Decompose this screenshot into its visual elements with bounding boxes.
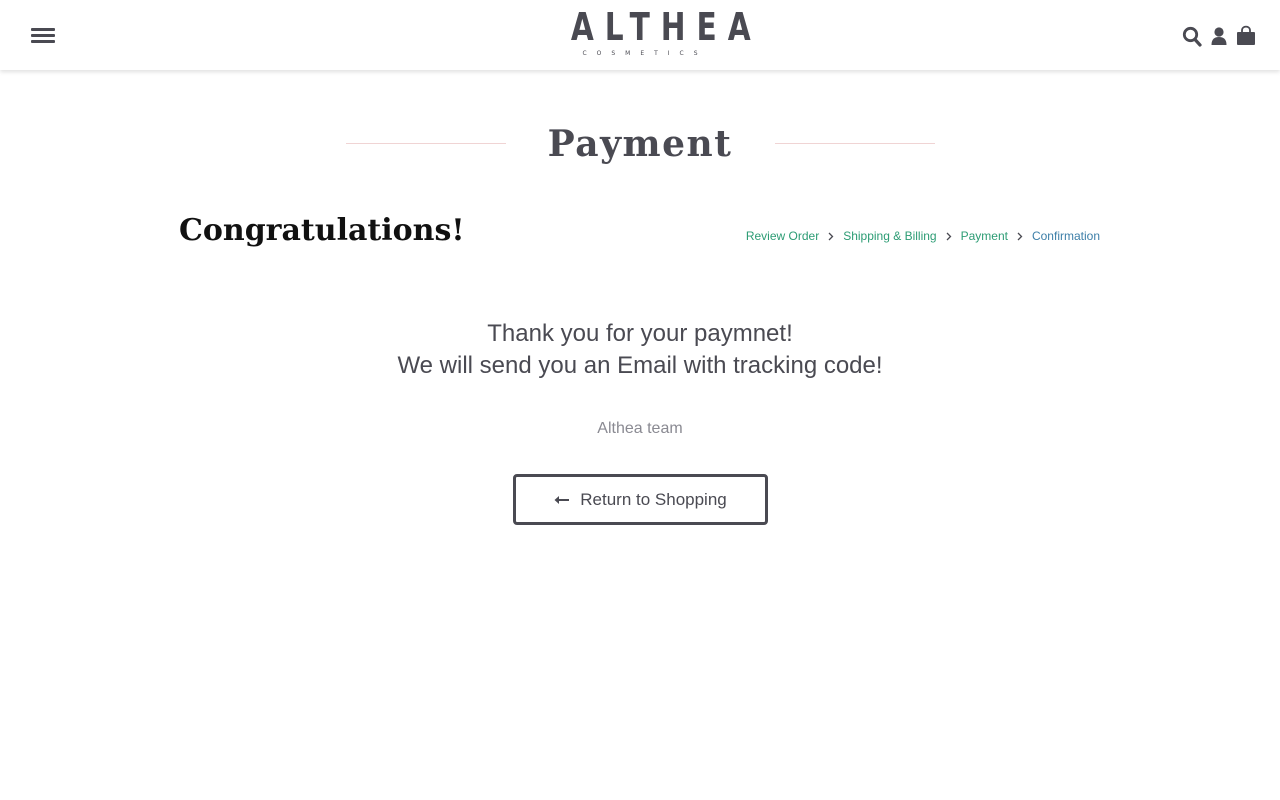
thank-you-message: Thank you for your paymnet! We will send… [0,318,1280,382]
tracking-email-line: We will send you an Email with tracking … [397,352,883,379]
page-title-section: Payment [0,118,1280,170]
search-icon[interactable] [1182,25,1202,47]
breadcrumb-confirmation[interactable]: Confirmation [1032,227,1100,245]
return-button-label: Return to Shopping [580,489,727,509]
header-actions [1182,24,1256,48]
logo-wordmark: ALTHEA [570,5,762,49]
checkout-breadcrumb: Review Order Shipping & Billing Payment … [746,227,1100,245]
arrow-left-icon [554,495,570,504]
site-header: ALTHEA COSMETICS [0,0,1280,70]
hamburger-menu-icon[interactable] [31,26,55,44]
logo-tagline: COSMETICS [582,50,708,57]
althea-logo[interactable]: ALTHEA COSMETICS [540,5,762,64]
breadcrumb-review-order[interactable]: Review Order [746,227,819,245]
breadcrumb-shipping-billing[interactable]: Shipping & Billing [843,227,936,245]
return-to-shopping-button[interactable]: Return to Shopping [513,474,768,525]
title-divider-right [775,143,935,144]
chevron-right-icon [1008,227,1032,245]
shopping-bag-icon[interactable] [1236,25,1256,47]
signature-text: Althea team [597,420,683,437]
chevron-right-icon [937,227,961,245]
chevron-right-icon [819,227,843,245]
thank-you-line: Thank you for your paymnet! [487,320,793,347]
page-title: Payment [547,123,733,165]
congratulations-heading: Congratulations! [179,213,465,248]
user-icon[interactable] [1211,25,1227,47]
breadcrumb-payment[interactable]: Payment [961,227,1008,245]
